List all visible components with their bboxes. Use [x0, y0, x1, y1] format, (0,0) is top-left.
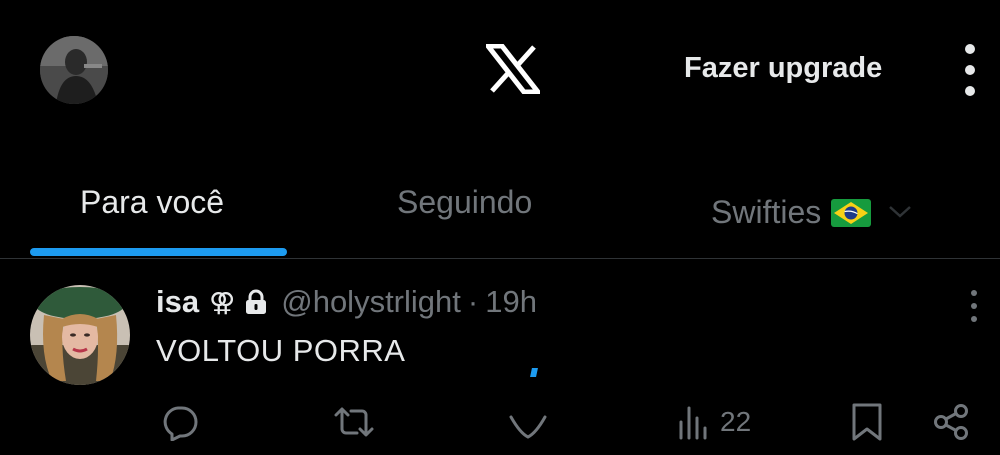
x-logo-icon[interactable]: [486, 44, 540, 94]
tab-for-you[interactable]: Para você: [80, 182, 224, 242]
post-more-icon[interactable]: [968, 290, 980, 322]
like-icon: [509, 415, 547, 439]
home-timeline: Fazer upgrade Para você Seguindo Swiftie…: [0, 0, 1000, 455]
upgrade-button[interactable]: Fazer upgrade: [684, 52, 882, 85]
account-avatar[interactable]: [40, 36, 108, 104]
author-name[interactable]: isa: [156, 284, 199, 320]
post-author-avatar[interactable]: [30, 285, 130, 385]
views-count: 22: [720, 406, 752, 437]
tab-label: Swifties: [711, 194, 822, 230]
active-tab-indicator: [30, 248, 287, 256]
separator-dot: ·: [467, 284, 479, 319]
post-text: VOLTOU PORRA: [156, 333, 406, 368]
chevron-down-icon[interactable]: [887, 204, 913, 220]
retweet-icon: [334, 407, 374, 437]
tab-swifties[interactable]: Swifties: [711, 182, 913, 242]
timeline-tabs: Para você Seguindo Swifties: [0, 170, 1000, 259]
author-handle[interactable]: @holystrlight: [281, 284, 461, 320]
reply-button[interactable]: [161, 402, 199, 442]
views-button[interactable]: 22: [676, 402, 751, 442]
tab-label: Para você: [80, 184, 225, 220]
post-timestamp[interactable]: 19h: [485, 284, 537, 320]
tab-following[interactable]: Seguindo: [397, 182, 532, 242]
views-bar-chart-icon: [679, 406, 707, 440]
tab-label: Seguindo: [397, 184, 533, 220]
like-button[interactable]: [508, 402, 548, 442]
lock-icon: [246, 289, 267, 314]
loading-indicator: [530, 368, 538, 377]
bookmark-button[interactable]: [851, 402, 883, 442]
bookmark-icon: [852, 403, 882, 441]
reply-icon: [163, 406, 198, 441]
share-icon: [934, 404, 968, 440]
retweet-button[interactable]: [333, 402, 375, 442]
brazil-flag-icon: [831, 199, 872, 227]
share-button[interactable]: [932, 402, 970, 442]
post-header: isa ⚢ @holystrlight · 19h: [156, 282, 537, 322]
name-symbol: ⚢: [209, 286, 236, 317]
more-vertical-icon[interactable]: [956, 44, 984, 96]
